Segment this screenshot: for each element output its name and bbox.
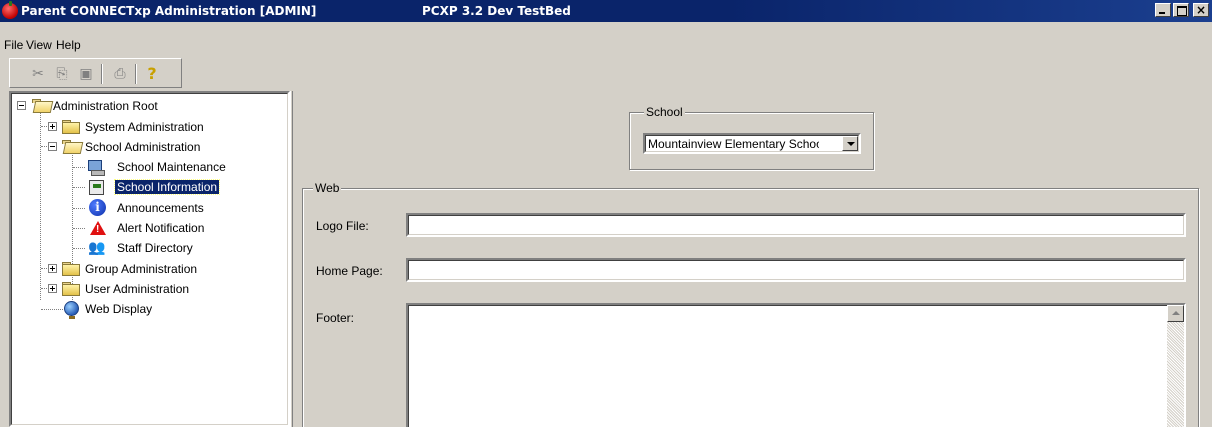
tree-node-web-display[interactable]: Web Display <box>12 300 282 319</box>
copy-icon[interactable]: ⎘ <box>53 65 71 83</box>
expand-icon[interactable] <box>48 284 57 293</box>
logo-file-input[interactable] <box>406 213 1186 237</box>
tree-node-school-information[interactable]: School Information <box>12 178 282 196</box>
title-bar[interactable]: Parent CONNECTxp Administration [ADMIN] … <box>0 0 1212 22</box>
open-folder-icon <box>32 99 49 112</box>
school-info-icon <box>87 179 105 195</box>
paste-icon[interactable]: ▣ <box>77 65 95 83</box>
tree-node-staff-directory[interactable]: Staff Directory <box>12 239 282 257</box>
toolbar-separator <box>135 64 137 84</box>
tree-node-label-selected: School Information <box>113 179 221 195</box>
chevron-down-icon[interactable] <box>842 136 858 151</box>
school-select[interactable]: Mountainview Elementary School <box>643 133 861 154</box>
home-page-label: Home Page: <box>316 264 383 278</box>
admin-tree-view[interactable]: Administration Root System Administratio… <box>9 91 290 427</box>
print-icon[interactable]: ⎙ <box>111 65 129 83</box>
expand-icon[interactable] <box>48 264 57 273</box>
window-title: Parent CONNECTxp Administration [ADMIN] <box>21 4 317 18</box>
footer-scrollbar[interactable] <box>1167 305 1184 427</box>
tree-node-label: School Administration <box>85 140 201 154</box>
menu-help[interactable]: Help <box>56 38 81 52</box>
pane-splitter[interactable] <box>290 91 293 427</box>
web-groupbox: Web Logo File: Home Page: Footer: <box>302 181 1199 427</box>
tree-node-school-maintenance[interactable]: School Maintenance <box>12 158 282 176</box>
tree-node-label: Announcements <box>117 201 204 215</box>
tree-node-label: Staff Directory <box>117 241 193 255</box>
footer-label: Footer: <box>316 311 355 325</box>
folder-icon <box>62 282 80 296</box>
tree-node-label: User Administration <box>85 282 190 296</box>
maximize-button[interactable] <box>1173 3 1189 17</box>
environment-label: PCXP 3.2 Dev TestBed <box>422 4 571 18</box>
tree-node-label: School Maintenance <box>117 160 226 174</box>
menu-file[interactable]: File <box>4 38 23 52</box>
collapse-icon[interactable] <box>48 142 57 151</box>
tree-node-label: Alert Notification <box>117 221 205 235</box>
school-groupbox: School Mountainview Elementary School <box>629 105 874 170</box>
toolbar-separator <box>101 64 103 84</box>
web-groupbox-label: Web <box>313 181 342 195</box>
globe-icon <box>64 301 79 319</box>
menu-view[interactable]: View <box>26 38 52 52</box>
tree-node-label: Administration Root <box>53 99 158 113</box>
people-icon <box>88 239 106 256</box>
cut-icon[interactable]: ✂ <box>29 65 47 83</box>
info-icon: i <box>89 199 106 216</box>
tree-node-label: Web Display <box>85 302 153 316</box>
open-folder-icon <box>62 140 79 153</box>
scroll-up-icon[interactable] <box>1167 305 1184 322</box>
help-icon[interactable]: ? <box>143 65 161 83</box>
tree-node-label: Group Administration <box>85 262 198 276</box>
expand-icon[interactable] <box>48 122 57 131</box>
folder-icon <box>62 120 80 134</box>
tree-node-alert-notification[interactable]: ! Alert Notification <box>12 219 282 237</box>
computer-icon <box>87 159 105 176</box>
tree-node-school-admin[interactable]: School Administration <box>12 138 282 156</box>
tree-node-user-admin[interactable]: User Administration <box>12 280 282 298</box>
warning-mark: ! <box>96 224 100 235</box>
folder-icon <box>62 262 80 276</box>
logo-file-label: Logo File: <box>316 219 369 233</box>
tree-node-system-admin[interactable]: System Administration <box>12 118 282 136</box>
apple-app-icon[interactable] <box>2 1 18 19</box>
school-groupbox-label: School <box>644 105 685 119</box>
minimize-button[interactable] <box>1155 3 1171 17</box>
school-select-value: Mountainview Elementary School <box>648 137 819 151</box>
collapse-icon[interactable] <box>17 101 26 110</box>
tree-node-group-admin[interactable]: Group Administration <box>12 260 282 278</box>
footer-textarea[interactable] <box>406 303 1186 427</box>
home-page-input[interactable] <box>406 258 1186 282</box>
tree-node-announcements[interactable]: i Announcements <box>12 199 282 217</box>
tree-node-label: System Administration <box>85 120 204 134</box>
close-button[interactable]: × <box>1193 3 1209 17</box>
toolbar: ✂ ⎘ ▣ ⎙ ? <box>9 58 182 88</box>
tree-node-root[interactable]: Administration Root <box>12 97 282 115</box>
menu-bar: File View Help <box>0 35 1212 55</box>
